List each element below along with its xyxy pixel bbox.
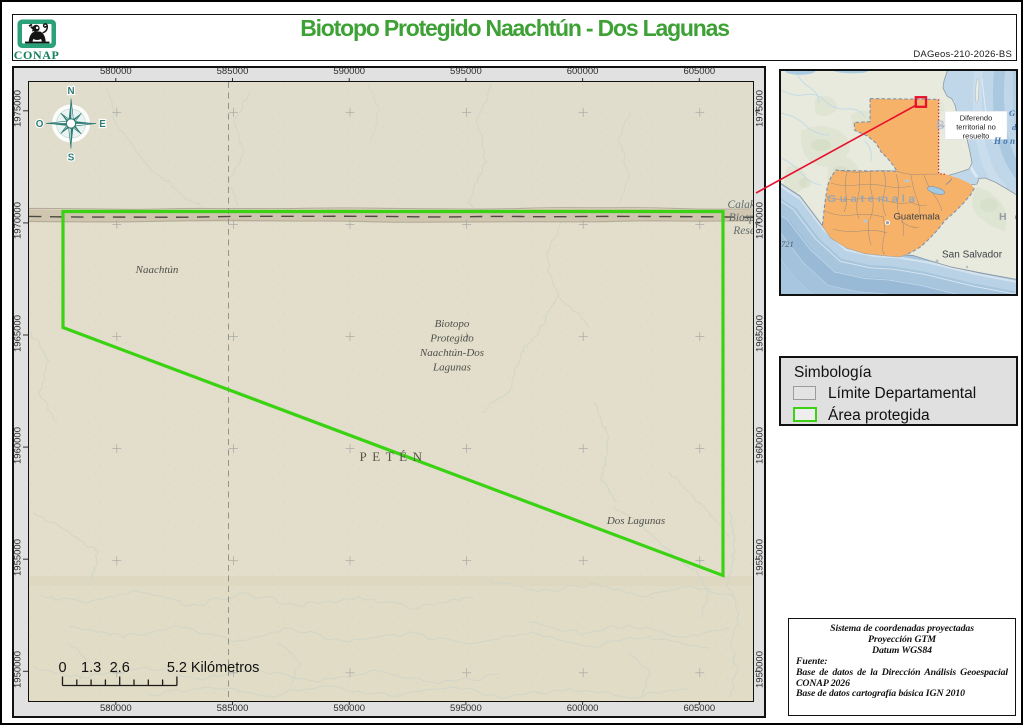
svg-text:PETÉN: PETÉN xyxy=(360,449,428,464)
svg-text:Guatemala: Guatemala xyxy=(894,212,941,223)
svg-text:Diferendo: Diferendo xyxy=(960,114,993,123)
svg-text:Biosp: Biosp xyxy=(729,212,753,224)
svg-text:721: 721 xyxy=(781,239,794,249)
svg-text:5.2: 5.2 xyxy=(167,660,187,676)
svg-text:San Salvador: San Salvador xyxy=(942,249,1003,260)
svg-text:d: d xyxy=(1012,122,1016,132)
svg-text:Calak: Calak xyxy=(728,199,753,211)
svg-text:Dos Lagunas: Dos Lagunas xyxy=(606,515,665,527)
svg-text:O: O xyxy=(36,119,44,130)
svg-text:Protegido: Protegido xyxy=(429,332,474,344)
svg-text:G u: G u xyxy=(1009,108,1016,118)
svg-text:Biotopo: Biotopo xyxy=(435,318,470,330)
svg-text:H o n d: H o n d xyxy=(993,136,1016,146)
svg-text:N: N xyxy=(67,86,74,97)
svg-text:0: 0 xyxy=(58,660,66,676)
svg-text:CONAP: CONAP xyxy=(14,48,60,62)
svg-text:Kilómetros: Kilómetros xyxy=(191,660,260,676)
svg-text:S: S xyxy=(68,152,75,163)
svg-text:resuelto: resuelto xyxy=(963,132,990,141)
svg-text:2.6: 2.6 xyxy=(110,660,130,676)
svg-text:Naachtún-Dos: Naachtún-Dos xyxy=(419,347,484,359)
svg-text:territorial no: territorial no xyxy=(956,123,996,132)
svg-text:E: E xyxy=(99,119,106,130)
svg-text:G u a t e m a l a: G u a t e m a l a xyxy=(827,194,916,205)
svg-text:B: B xyxy=(936,118,945,132)
svg-text:Naachtún: Naachtún xyxy=(135,264,179,276)
svg-text:Rese: Rese xyxy=(732,225,753,237)
svg-text:H o: H o xyxy=(999,211,1016,223)
svg-text:1.3: 1.3 xyxy=(81,660,101,676)
svg-text:Lagunas: Lagunas xyxy=(432,361,471,373)
